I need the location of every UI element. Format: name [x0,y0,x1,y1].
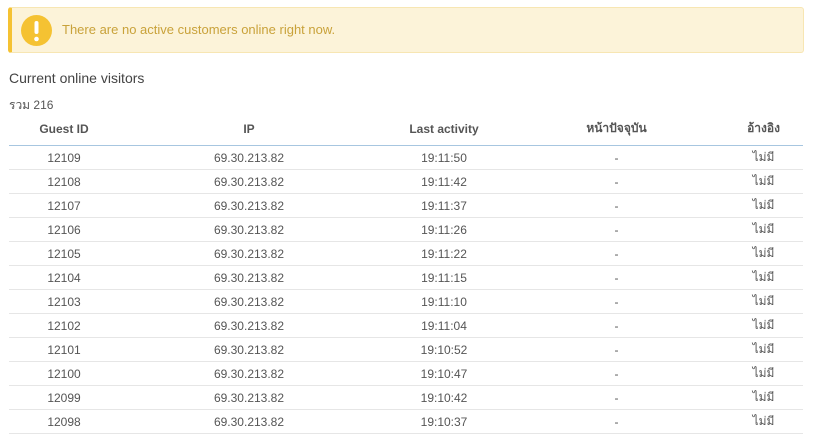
referrer-cell: ไม่มี [724,169,803,194]
alert-message: There are no active customers online rig… [62,22,336,37]
guest-id-cell: 12106 [9,217,119,242]
ip-cell: 69.30.213.82 [119,217,379,242]
table-row: 12099 69.30.213.82 19:10:42- ไม่มี [9,385,803,410]
table-header-row: Guest ID IP Last activity หน้าปัจจุบัน อ… [9,112,803,146]
last-activity-cell: 19:10:42 [379,385,509,410]
referrer-cell: ไม่มี [724,265,803,290]
referrer-cell: ไม่มี [724,217,803,242]
referrer-cell: ไม่มี [724,313,803,338]
table-row: 12106 69.30.213.82 19:11:26- ไม่มี [9,217,803,242]
guest-id-cell: 12107 [9,193,119,218]
table-row: 12108 69.30.213.82 19:11:42- ไม่มี [9,169,803,194]
guest-id-cell: 12099 [9,385,119,410]
last-activity-cell: 19:11:10 [379,289,509,314]
referrer-cell: ไม่มี [724,361,803,386]
last-activity-cell: 19:10:47 [379,361,509,386]
section-title: Current online visitors [9,70,145,86]
column-header-last-activity[interactable]: Last activity [379,112,509,146]
table-row: 12103 69.30.213.82 19:11:10- ไม่มี [9,289,803,314]
ip-cell: 69.30.213.82 [119,169,379,194]
column-header-current-page[interactable]: หน้าปัจจุบัน [509,112,724,146]
ip-cell: 69.30.213.82 [119,385,379,410]
current-page-cell: - [509,241,724,266]
column-header-ip[interactable]: IP [119,112,379,146]
ip-cell: 69.30.213.82 [119,241,379,266]
current-page-cell: - [509,217,724,242]
current-page-cell: - [509,361,724,386]
last-activity-cell: 19:11:15 [379,265,509,290]
guest-id-cell: 12103 [9,289,119,314]
last-activity-cell: 19:10:52 [379,337,509,362]
current-page-cell: - [509,337,724,362]
guest-id-cell: 12105 [9,241,119,266]
current-page-cell: - [509,385,724,410]
table-row: 12100 69.30.213.82 19:10:47- ไม่มี [9,361,803,386]
last-activity-cell: 19:11:50 [379,145,509,170]
guest-id-cell: 12101 [9,337,119,362]
guest-id-cell: 12108 [9,169,119,194]
ip-cell: 69.30.213.82 [119,337,379,362]
referrer-cell: ไม่มี [724,289,803,314]
guest-id-cell: 12104 [9,265,119,290]
table-row: 12107 69.30.213.82 19:11:37- ไม่มี [9,193,803,218]
referrer-cell: ไม่มี [724,145,803,170]
column-header-referrer[interactable]: อ้างอิง [724,112,803,146]
ip-cell: 69.30.213.82 [119,265,379,290]
guest-id-cell: 12100 [9,361,119,386]
visitors-table: Guest ID IP Last activity หน้าปัจจุบัน อ… [9,112,803,434]
last-activity-cell: 19:11:22 [379,241,509,266]
guest-id-cell: 12102 [9,313,119,338]
table-row: 12109 69.30.213.82 19:11:50- ไม่มี [9,145,803,170]
ip-cell: 69.30.213.82 [119,289,379,314]
visitors-table-container: Guest ID IP Last activity หน้าปัจจุบัน อ… [9,112,803,434]
table-row: 12102 69.30.213.82 19:11:04- ไม่มี [9,313,803,338]
column-header-guest-id[interactable]: Guest ID [9,112,119,146]
ip-cell: 69.30.213.82 [119,145,379,170]
referrer-cell: ไม่มี [724,337,803,362]
ip-cell: 69.30.213.82 [119,313,379,338]
referrer-cell: ไม่มี [724,241,803,266]
current-page-cell: - [509,313,724,338]
ip-cell: 69.30.213.82 [119,361,379,386]
table-row: 12105 69.30.213.82 19:11:22- ไม่มี [9,241,803,266]
referrer-cell: ไม่มี [724,385,803,410]
ip-cell: 69.30.213.82 [119,193,379,218]
last-activity-cell: 19:11:26 [379,217,509,242]
table-row: 12104 69.30.213.82 19:11:15- ไม่มี [9,265,803,290]
current-page-cell: - [509,193,724,218]
last-activity-cell: 19:11:04 [379,313,509,338]
guest-id-cell: 12109 [9,145,119,170]
current-page-cell: - [509,265,724,290]
current-page-cell: - [509,169,724,194]
last-activity-cell: 19:11:37 [379,193,509,218]
current-page-cell: - [509,289,724,314]
no-customers-alert: There are no active customers online rig… [8,7,804,53]
referrer-cell: ไม่มี [724,193,803,218]
last-activity-cell: 19:11:42 [379,169,509,194]
table-row: 12101 69.30.213.82 19:10:52- ไม่มี [9,337,803,362]
current-page-cell: - [509,145,724,170]
exclamation-circle-icon [21,15,52,46]
